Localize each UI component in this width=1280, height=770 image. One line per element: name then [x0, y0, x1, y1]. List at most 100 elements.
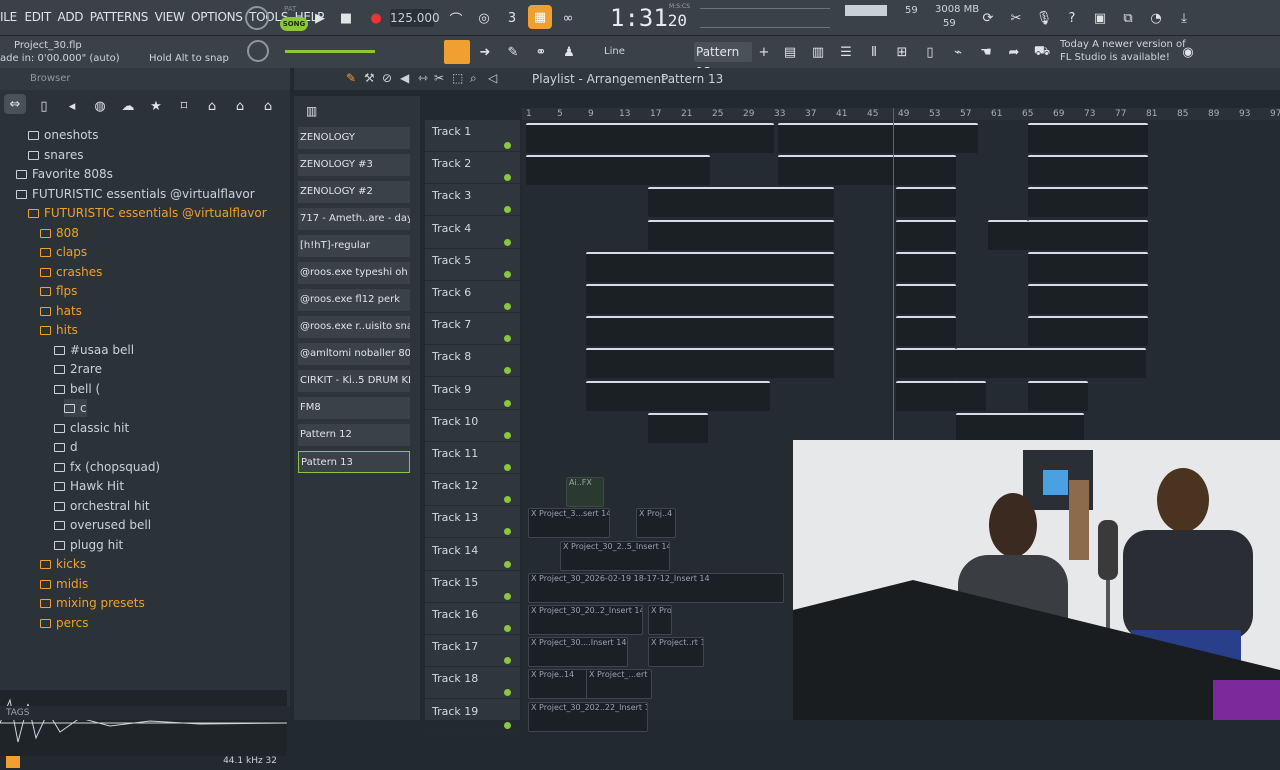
browser-item[interactable]: orchestral hit: [54, 497, 150, 515]
pattern-item[interactable]: FM8: [298, 397, 410, 419]
news-line-1[interactable]: Today A newer version of: [1060, 39, 1186, 50]
master-volume-knob[interactable]: [245, 6, 269, 30]
master-volume-slider[interactable]: [285, 50, 375, 53]
add-pattern-icon[interactable]: +: [752, 40, 776, 64]
pattern-clip[interactable]: [778, 123, 978, 153]
track-mute-led[interactable]: [504, 560, 511, 568]
audio-clip[interactable]: X Project..rt 14: [648, 637, 704, 668]
pattern-clip[interactable]: [896, 251, 956, 282]
pattern-clip[interactable]: [896, 316, 956, 347]
track-mute-led[interactable]: [504, 238, 511, 246]
browser-item[interactable]: crashes: [40, 263, 102, 281]
track-mute-led[interactable]: [504, 657, 511, 665]
pattern-clip[interactable]: [526, 155, 710, 186]
zoom-icon[interactable]: ⌕: [470, 71, 477, 86]
track-header[interactable]: Track 1: [425, 120, 520, 152]
pattern-clip[interactable]: [896, 219, 956, 250]
playback-icon[interactable]: ◁: [488, 71, 497, 85]
browser-item[interactable]: flps: [40, 282, 77, 300]
track-header[interactable]: Track 15: [425, 571, 520, 603]
audio-clip[interactable]: X Project_30_2026-02-19 18-17-12_Insert …: [528, 572, 784, 603]
pattern-item[interactable]: ZENOLOGY #2: [298, 181, 410, 203]
browser-star-icon[interactable]: ★: [144, 94, 168, 118]
track-header[interactable]: Track 11: [425, 442, 520, 474]
track-mute-led[interactable]: [504, 464, 511, 471]
master-pitch-knob[interactable]: [247, 40, 269, 62]
chat-icon[interactable]: ◔: [1144, 6, 1168, 30]
browser-item[interactable]: oneshots: [28, 126, 99, 144]
pattern-clip[interactable]: [778, 155, 956, 186]
browser-item[interactable]: Hawk Hit: [54, 477, 124, 495]
refresh-icon[interactable]: ⟳: [976, 6, 1000, 30]
stop-button[interactable]: ■: [334, 6, 358, 30]
microphone-icon[interactable]: 🎙: [1032, 6, 1056, 30]
pattern-clip[interactable]: [896, 187, 956, 218]
pattern-clip[interactable]: [1028, 219, 1148, 250]
browser-item[interactable]: 2rare: [54, 360, 102, 378]
pattern-clip[interactable]: [1028, 123, 1148, 153]
audio-clip[interactable]: X Project_...ert 14: [586, 669, 652, 700]
browser-item[interactable]: #usaa bell: [54, 341, 134, 359]
pattern-item[interactable]: 717 - Ameth..are - days: [298, 208, 410, 230]
metronome-icon[interactable]: ⌒: [444, 6, 468, 30]
pattern-item[interactable]: Pattern 13: [298, 451, 410, 473]
pattern-item[interactable]: @roos.exe r..uisito snare: [298, 316, 410, 338]
fx-clip[interactable]: Ai..FX: [566, 477, 604, 508]
cart-icon[interactable]: ⛟: [1030, 40, 1054, 64]
browser-folder2-icon[interactable]: ⌂: [228, 94, 252, 118]
pattern-clip[interactable]: [1028, 155, 1148, 186]
pattern-clip[interactable]: [586, 348, 834, 379]
step-edit-icon[interactable]: ▦: [528, 5, 552, 29]
track-mute-led[interactable]: [504, 206, 511, 214]
news-line-2[interactable]: FL Studio is available!: [1060, 52, 1170, 63]
delete-icon[interactable]: ⊘: [382, 71, 392, 85]
track-header[interactable]: Track 3: [425, 184, 520, 217]
browser-item[interactable]: bell (: [54, 380, 100, 398]
track-header[interactable]: Track 14: [425, 539, 520, 571]
browser-globe-icon[interactable]: ◍: [88, 94, 112, 118]
arrow-right-icon[interactable]: ➜: [473, 40, 497, 64]
track-header[interactable]: Track 17: [425, 635, 520, 668]
track-header[interactable]: Track 13: [425, 506, 520, 539]
countdown-icon[interactable]: 3: [500, 6, 524, 30]
audio-clip[interactable]: X Project_3...sert 14: [528, 508, 610, 539]
track-mute-led[interactable]: [504, 592, 511, 600]
export-icon[interactable]: ➦: [1002, 40, 1026, 64]
browser-item[interactable]: classic hit: [54, 419, 129, 437]
pattern-item[interactable]: CIRKIT - Ki..5 DRUM KIT): [298, 370, 410, 392]
paint-icon[interactable]: ⚒: [364, 71, 375, 85]
audio-clip[interactable]: X Proje..14: [528, 669, 588, 700]
browser-item[interactable]: d: [54, 438, 78, 456]
track-mute-led[interactable]: [504, 625, 511, 632]
audio-clip[interactable]: X Project_30....Insert 14: [528, 637, 628, 668]
pattern-clip[interactable]: [526, 123, 774, 153]
menu-options[interactable]: OPTIONS: [191, 10, 243, 24]
plugin-icon[interactable]: ⧉: [1116, 6, 1140, 30]
audio-clip[interactable]: X Project_30_202..22_Insert 14: [528, 701, 648, 732]
browser-item[interactable]: hits: [40, 321, 78, 339]
browser-folder3-icon[interactable]: ⌂: [256, 94, 280, 118]
playlist-button[interactable]: [444, 40, 470, 64]
pattern-clip[interactable]: [586, 251, 834, 282]
track-mute-led[interactable]: [504, 174, 511, 182]
browser-cloud-icon[interactable]: ☁: [116, 94, 140, 118]
download-icon[interactable]: ⤓: [1172, 6, 1196, 30]
brush-icon[interactable]: ✎: [501, 40, 525, 64]
help-icon[interactable]: ?: [1060, 6, 1084, 30]
track-mute-led[interactable]: [504, 399, 511, 407]
track-mute-led[interactable]: [504, 142, 511, 149]
mute-icon[interactable]: ◀: [400, 71, 409, 85]
pat-song-toggle[interactable]: PAT SONG: [280, 5, 308, 31]
hand-icon[interactable]: ☚: [974, 40, 998, 64]
menu-file[interactable]: ILE: [0, 10, 17, 24]
track-header[interactable]: Track 4: [425, 217, 520, 249]
browser-item[interactable]: plugg hit: [54, 536, 123, 554]
browser-item[interactable]: Favorite 808s: [16, 165, 113, 183]
pattern-list-toggle[interactable]: ▥: [306, 104, 317, 118]
track-header[interactable]: Track 2: [425, 152, 520, 185]
pattern-item[interactable]: @roos.exe typeshi oh: [298, 262, 410, 284]
pattern-clip[interactable]: [956, 412, 1084, 443]
browser-item[interactable]: FUTURISTIC essentials @virtualflavor: [16, 185, 255, 203]
globe-icon[interactable]: ◉: [1176, 40, 1200, 64]
audio-clip[interactable]: X Project_30_2..5_Insert 14: [560, 540, 670, 571]
